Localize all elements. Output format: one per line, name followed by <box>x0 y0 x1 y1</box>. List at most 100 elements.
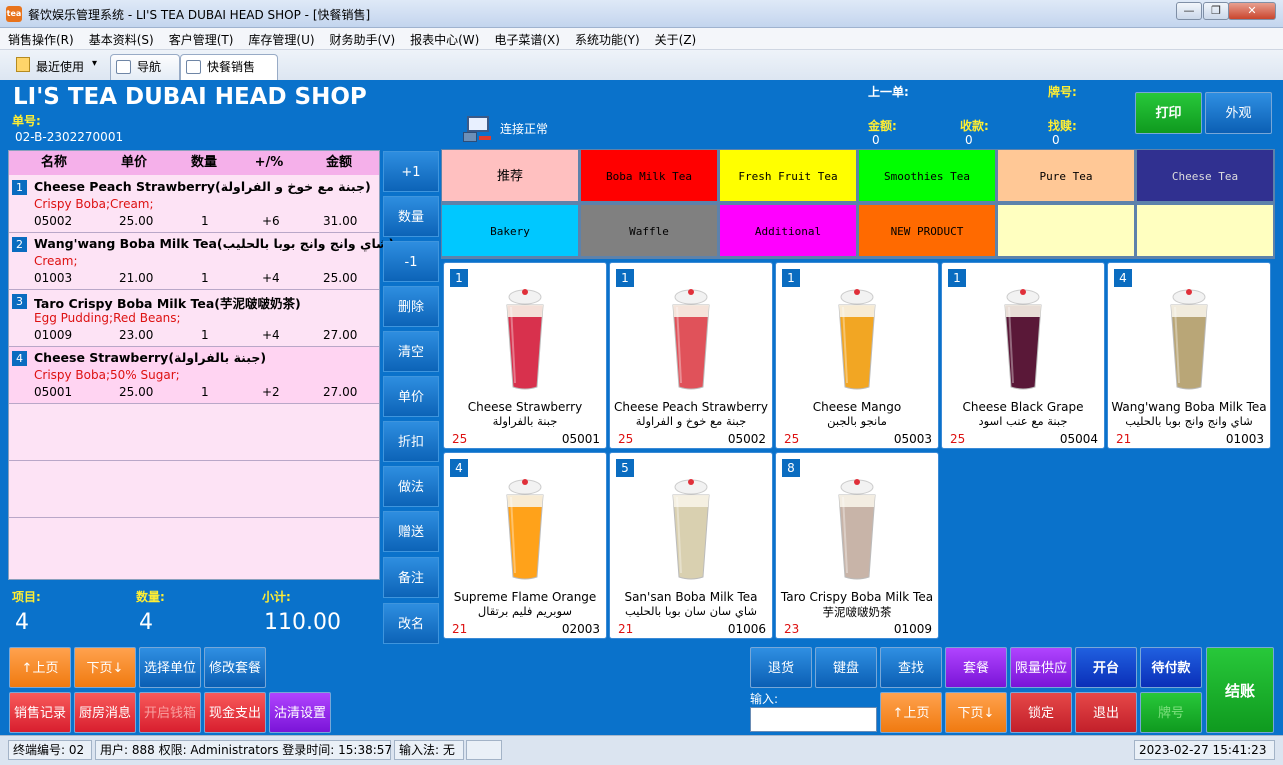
row-number: 3 <box>12 294 27 309</box>
product-card[interactable]: 1 Cheese Peach Strawberry جبنة مع خوخ و ال… <box>609 262 773 449</box>
product-card[interactable]: 1 Cheese Mango مانجو بالجبن 25 05003 <box>775 262 939 449</box>
menu-inventory[interactable]: 库存管理(U) <box>240 28 321 50</box>
menu-customers[interactable]: 客户管理(T) <box>161 28 241 50</box>
order-row-selected[interactable]: 4 Cheese Strawberry(جبنة بالفراولة) Cris… <box>9 347 379 404</box>
item-code: 01009 <box>34 328 73 342</box>
order-row[interactable]: 3 Taro Crispy Boba Milk Tea(芋泥啵啵奶茶) Egg … <box>9 290 379 347</box>
product-badge: 1 <box>450 269 468 287</box>
product-code: 01006 <box>727 622 766 636</box>
menu-about[interactable]: 关于(Z) <box>647 28 704 50</box>
category-推荐[interactable]: 推荐 <box>441 149 579 202</box>
category-pure-tea[interactable]: Pure Tea <box>997 149 1135 202</box>
sales-record-button[interactable]: 销售记录 <box>9 692 71 733</box>
return-button[interactable]: 退货 <box>750 647 812 688</box>
product-card[interactable]: 1 Cheese Black Grape جبنة مع عنب اسود 25 050… <box>941 262 1105 449</box>
main-area: LI'S TEA DUBAI HEAD SHOP 单号: 02-B-230227… <box>0 80 1283 735</box>
gift-button[interactable]: 赠送 <box>383 511 439 552</box>
category-cheese-tea[interactable]: Cheese Tea <box>1136 149 1274 202</box>
category-fresh-fruit-tea[interactable]: Fresh Fruit Tea <box>719 149 857 202</box>
item-pct: +6 <box>262 214 280 228</box>
category-additional[interactable]: Additional <box>719 204 857 257</box>
method-button[interactable]: 做法 <box>383 466 439 507</box>
discount-button[interactable]: 折扣 <box>383 421 439 462</box>
print-button[interactable]: 打印 <box>1135 92 1202 134</box>
menu-basic-info[interactable]: 基本资料(S) <box>81 28 161 50</box>
product-card[interactable]: 4 Wang'wang Boba Milk Tea شاي وانج وانج بو… <box>1107 262 1271 449</box>
restore-button[interactable]: ❐ <box>1203 2 1229 20</box>
tab-nav[interactable]: 导航 <box>110 54 180 80</box>
product-stock: 25 <box>950 432 966 446</box>
unit-price-button[interactable]: 单价 <box>383 376 439 417</box>
limited-supply-button[interactable]: 限量供应 <box>1010 647 1072 688</box>
received-label: 收款: <box>960 119 989 133</box>
order-row[interactable]: 1 Cheese Peach Strawberry(جبنة مع خوخ و … <box>9 176 379 233</box>
status-blank <box>466 740 502 760</box>
product-badge: 1 <box>616 269 634 287</box>
category-bakery[interactable]: Bakery <box>441 204 579 257</box>
item-qty: 1 <box>201 271 209 285</box>
category-smoothies-tea[interactable]: Smoothies Tea <box>858 149 996 202</box>
exit-button[interactable]: 退出 <box>1075 692 1137 733</box>
menu-bar: 销售操作(R) 基本资料(S) 客户管理(T) 库存管理(U) 财务助手(V) 报表中心(… <box>0 28 1283 50</box>
clean-setting-button[interactable]: 沽清设置 <box>269 692 331 733</box>
plate-button[interactable]: 牌号 <box>1140 692 1202 733</box>
select-unit-button[interactable]: 选择单位 <box>139 647 201 688</box>
minimize-button[interactable]: — <box>1176 2 1202 20</box>
category-empty-10[interactable] <box>997 204 1135 257</box>
product-card[interactable]: 8 Taro Crispy Boba Milk Tea 芋泥啵啵奶茶 23 01009 <box>775 452 939 639</box>
plus-one-button[interactable]: +1 <box>383 151 439 192</box>
category-boba-milk-tea[interactable]: Boba Milk Tea <box>580 149 718 202</box>
product-card[interactable]: 4 Supreme Flame Orange سوبريم فليم برتقال 2… <box>443 452 607 639</box>
product-stock: 21 <box>618 622 634 636</box>
close-button[interactable]: ✕ <box>1228 2 1276 20</box>
tab-fast-sale[interactable]: 快餐销售 <box>180 54 278 80</box>
open-drawer-button[interactable]: 开启钱箱 <box>139 692 201 733</box>
quantity-button[interactable]: 数量 <box>383 196 439 237</box>
page-icon <box>116 60 131 74</box>
input-field[interactable] <box>750 707 877 732</box>
search-button[interactable]: 查找 <box>880 647 942 688</box>
pending-payment-button[interactable]: 待付款 <box>1140 647 1202 688</box>
takeout-button[interactable]: 外观 <box>1205 92 1272 134</box>
set-meal-button[interactable]: 套餐 <box>945 647 1007 688</box>
clear-button[interactable]: 清空 <box>383 331 439 372</box>
menu-e-menu[interactable]: 电子菜谱(X) <box>486 28 567 50</box>
menu-sales[interactable]: 销售操作(R) <box>0 28 81 50</box>
delete-button[interactable]: 删除 <box>383 286 439 327</box>
kitchen-message-button[interactable]: 厨房消息 <box>74 692 136 733</box>
items-count: 4 <box>15 610 29 635</box>
item-options: Crispy Boba;Cream; <box>34 197 154 211</box>
category-new-product[interactable]: NEW PRODUCT <box>858 204 996 257</box>
open-table-button[interactable]: 开台 <box>1075 647 1137 688</box>
category-empty-11[interactable] <box>1136 204 1274 257</box>
recent-dropdown[interactable]: 最近使用 ▾ <box>16 56 106 76</box>
remark-button[interactable]: 备注 <box>383 557 439 598</box>
modify-set-button[interactable]: 修改套餐 <box>204 647 266 688</box>
checkout-button[interactable]: 结账 <box>1206 647 1274 733</box>
order-row[interactable]: 2 Wang'wang Boba Milk Tea(شاي وانج وانج … <box>9 233 394 290</box>
col-amount: 金额 <box>325 155 352 170</box>
keypad-button[interactable]: 键盘 <box>815 647 877 688</box>
product-stock: 21 <box>452 622 468 636</box>
menu-reports[interactable]: 报表中心(W) <box>402 28 486 50</box>
recent-icon <box>16 57 30 72</box>
page-down-button-right[interactable]: 下页↓ <box>945 692 1007 733</box>
cash-out-button[interactable]: 现金支出 <box>204 692 266 733</box>
page-up-button-right[interactable]: ↑上页 <box>880 692 942 733</box>
minus-one-button[interactable]: -1 <box>383 241 439 282</box>
drink-cup-image <box>838 289 876 390</box>
menu-finance[interactable]: 财务助手(V) <box>322 28 403 50</box>
items-label: 项目: <box>12 590 41 604</box>
change-value: 0 <box>1052 133 1060 147</box>
lock-button[interactable]: 锁定 <box>1010 692 1072 733</box>
category-waffle[interactable]: Waffle <box>580 204 718 257</box>
page-up-button[interactable]: ↑上页 <box>9 647 71 688</box>
product-card[interactable]: 5 San'san Boba Milk Tea شاي سان سان بوبا ب… <box>609 452 773 639</box>
rename-button[interactable]: 改名 <box>383 603 439 644</box>
page-down-button[interactable]: 下页↓ <box>74 647 136 688</box>
tab-bar: 最近使用 ▾ 导航 快餐销售 <box>0 50 1283 80</box>
product-card[interactable]: 1 Cheese Strawberry جبنة بالفراولة 25 05001 <box>443 262 607 449</box>
menu-system[interactable]: 系统功能(Y) <box>567 28 647 50</box>
item-amount: 25.00 <box>323 271 358 285</box>
change-label: 找赎: <box>1048 119 1077 133</box>
